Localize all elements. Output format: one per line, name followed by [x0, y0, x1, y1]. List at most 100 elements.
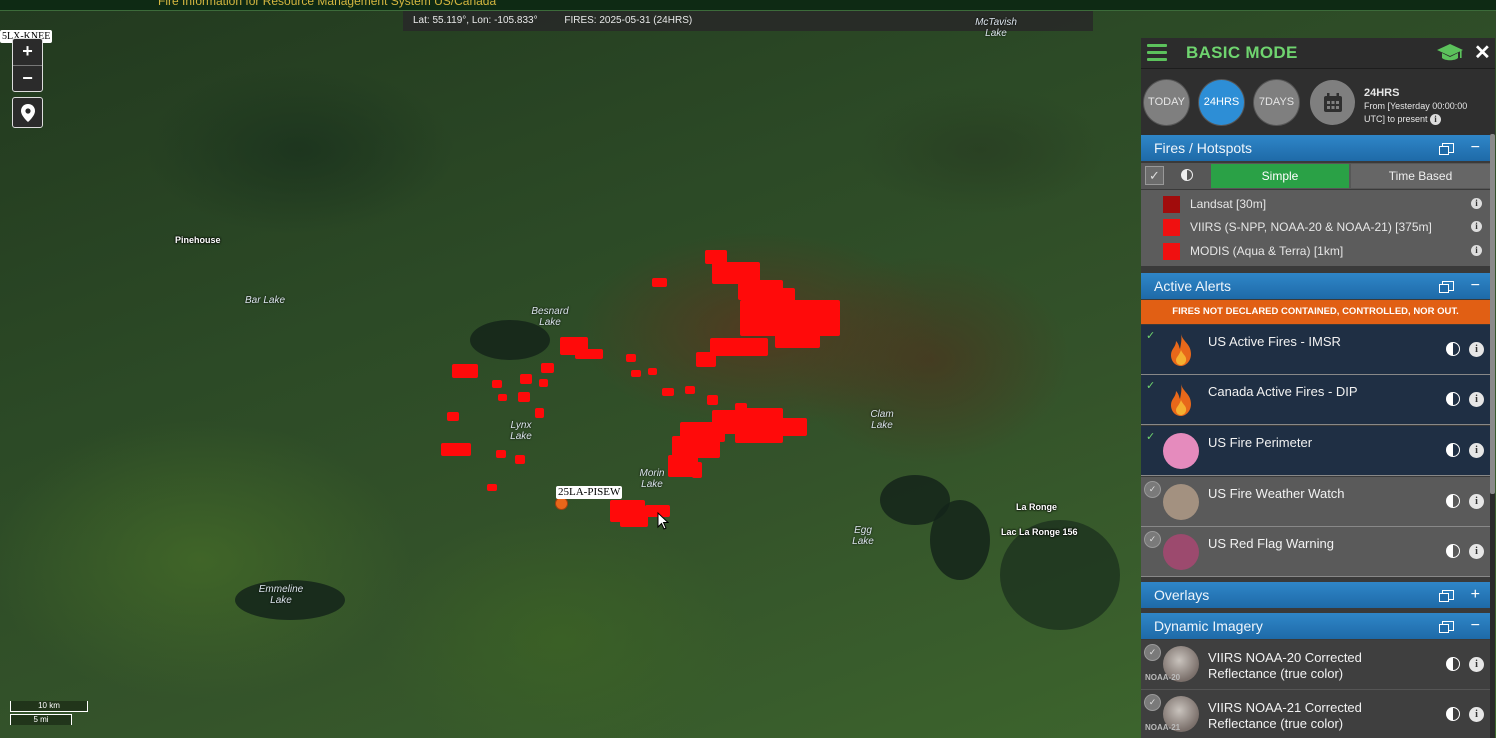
flame-icon	[1171, 384, 1191, 416]
info-icon[interactable]: i	[1430, 114, 1442, 125]
simple-mode-button[interactable]: Simple	[1211, 164, 1349, 188]
collapse-icon[interactable]: −	[1471, 613, 1480, 639]
map-label-lynx-lake: Lynx Lake	[510, 420, 532, 442]
layer-panel: BASIC MODE ✕ TODAY 24HRS 7DAYS 24HRS Fro…	[1141, 38, 1495, 738]
imagery-item-noaa20[interactable]: ✓ NOAA-20 VIIRS NOAA-20 Corrected Reflec…	[1141, 640, 1490, 690]
imagery-tag: NOAA-21	[1145, 723, 1181, 732]
scrollbar-thumb[interactable]	[1490, 134, 1495, 494]
alert-label: US Fire Perimeter	[1208, 435, 1313, 450]
popout-icon[interactable]	[1439, 590, 1454, 602]
info-icon[interactable]: i	[1469, 657, 1484, 672]
map-label-emmeline-lake: Emmeline Lake	[258, 584, 304, 606]
map-label-egg-lake: Egg Lake	[852, 525, 874, 547]
alert-label: US Red Flag Warning	[1208, 536, 1334, 551]
opacity-icon[interactable]	[1446, 342, 1460, 356]
imagery-item-noaa21[interactable]: ✓ NOAA-21 VIIRS NOAA-21 Corrected Reflec…	[1141, 690, 1490, 738]
time-based-mode-button[interactable]: Time Based	[1351, 164, 1490, 188]
map-label-bar-lake: Bar Lake	[245, 295, 286, 306]
alert-label: US Active Fires - IMSR	[1208, 334, 1341, 349]
calendar-icon	[1323, 92, 1342, 112]
opacity-icon[interactable]	[1181, 169, 1193, 181]
popout-icon[interactable]	[1439, 621, 1454, 633]
map-label-morin-lake: Morin Lake	[639, 468, 665, 490]
legend-item: VIIRS (S-NPP, NOAA-20 & NOAA-21) [375m] …	[1163, 216, 1483, 238]
24hrs-button[interactable]: 24HRS	[1199, 80, 1244, 125]
fires-legend: Landsat [30m] i VIIRS (S-NPP, NOAA-20 & …	[1141, 190, 1490, 266]
checkmark-icon[interactable]: ✓	[1144, 481, 1161, 498]
info-icon[interactable]: i	[1471, 198, 1482, 209]
info-icon[interactable]: i	[1469, 342, 1484, 357]
close-panel-button[interactable]: ✕	[1474, 40, 1491, 65]
opacity-icon[interactable]	[1446, 392, 1460, 406]
imagery-tag: NOAA-20	[1145, 673, 1181, 682]
mouse-cursor-icon	[657, 512, 669, 530]
legend-item: MODIS (Aqua & Terra) [1km] i	[1163, 240, 1483, 262]
time-range-info: 24HRS From [Yesterday 00:00:00 UTC] to p…	[1364, 86, 1474, 126]
legend-item: Landsat [30m] i	[1163, 193, 1483, 215]
today-button[interactable]: TODAY	[1144, 80, 1189, 125]
checkmark-icon[interactable]: ✓	[1146, 430, 1155, 443]
map-label-pinehouse: Pinehouse	[175, 235, 221, 245]
expand-icon[interactable]: +	[1471, 582, 1480, 608]
opacity-icon[interactable]	[1446, 544, 1460, 558]
graduation-cap-icon[interactable]	[1436, 43, 1464, 63]
checkmark-icon[interactable]: ✓	[1144, 531, 1161, 548]
alerts-warning-banner: FIRES NOT DECLARED CONTAINED, CONTROLLED…	[1141, 300, 1490, 324]
time-range-description: From [Yesterday 00:00:00 UTC] to present	[1364, 101, 1468, 124]
zoom-in-button[interactable]: +	[13, 39, 42, 65]
checkmark-icon[interactable]: ✓	[1144, 644, 1161, 661]
section-title: Fires / Hotspots	[1154, 140, 1253, 156]
info-icon[interactable]: i	[1469, 494, 1484, 509]
popout-icon[interactable]	[1439, 281, 1454, 293]
overlays-header[interactable]: Overlays +	[1141, 582, 1490, 608]
info-icon[interactable]: i	[1469, 443, 1484, 458]
opacity-icon[interactable]	[1446, 707, 1460, 721]
fire-id-tag[interactable]: 25LA-PISEW	[556, 486, 623, 499]
perimeter-swatch	[1163, 433, 1199, 469]
checkmark-icon[interactable]: ✓	[1146, 329, 1155, 342]
collapse-icon[interactable]: −	[1471, 273, 1480, 299]
zoom-control: + −	[12, 38, 43, 92]
calendar-button[interactable]	[1310, 80, 1355, 125]
opacity-icon[interactable]	[1446, 657, 1460, 671]
alert-item-us-fire-perimeter[interactable]: ✓ US Fire Perimeter i	[1141, 426, 1490, 476]
info-icon[interactable]: i	[1469, 392, 1484, 407]
collapse-icon[interactable]: −	[1471, 135, 1480, 161]
lake-shape	[930, 500, 990, 580]
panel-scrollbar[interactable]	[1490, 134, 1495, 738]
section-title: Overlays	[1154, 587, 1210, 603]
scale-km: 10 km	[10, 701, 88, 712]
info-icon[interactable]: i	[1471, 245, 1482, 256]
fires-layer-checkbox[interactable]: ✓	[1145, 166, 1164, 185]
opacity-icon[interactable]	[1446, 443, 1460, 457]
opacity-icon[interactable]	[1446, 494, 1460, 508]
alert-label: US Fire Weather Watch	[1208, 486, 1345, 501]
scale-bar: 10 km 5 mi	[10, 701, 88, 727]
app-header-text: Fire Information for Resource Management…	[158, 0, 497, 8]
locate-button[interactable]	[12, 97, 43, 128]
red-flag-swatch	[1163, 534, 1199, 570]
menu-icon[interactable]	[1147, 44, 1167, 62]
checkmark-icon[interactable]: ✓	[1144, 694, 1161, 711]
fires-hotspots-header[interactable]: Fires / Hotspots −	[1141, 135, 1490, 161]
zoom-out-button[interactable]: −	[13, 65, 42, 92]
alert-item-canada-active-fires[interactable]: ✓ Canada Active Fires - DIP i	[1141, 375, 1490, 425]
checkmark-icon[interactable]: ✓	[1146, 379, 1155, 392]
alert-item-us-red-flag-warning[interactable]: ✓ US Red Flag Warning i	[1141, 527, 1490, 577]
alert-item-us-fire-weather-watch[interactable]: ✓ US Fire Weather Watch i	[1141, 477, 1490, 527]
info-icon[interactable]: i	[1469, 544, 1484, 559]
alert-item-us-active-fires[interactable]: ✓ US Active Fires - IMSR i	[1141, 325, 1490, 375]
7days-button[interactable]: 7DAYS	[1254, 80, 1299, 125]
info-icon[interactable]: i	[1469, 707, 1484, 722]
dynamic-imagery-header[interactable]: Dynamic Imagery −	[1141, 613, 1490, 639]
map-label-clam-lake: Clam Lake	[870, 409, 894, 431]
legend-swatch	[1163, 219, 1180, 236]
fires-display-toggle: ✓ Simple Time Based	[1141, 163, 1490, 189]
info-icon[interactable]: i	[1471, 221, 1482, 232]
time-range-title: 24HRS	[1364, 87, 1400, 99]
active-alerts-header[interactable]: Active Alerts −	[1141, 273, 1490, 299]
scale-mi: 5 mi	[10, 714, 72, 725]
popout-icon[interactable]	[1439, 143, 1454, 155]
panel-header: BASIC MODE ✕	[1141, 38, 1495, 68]
mode-title: BASIC MODE	[1186, 43, 1298, 62]
